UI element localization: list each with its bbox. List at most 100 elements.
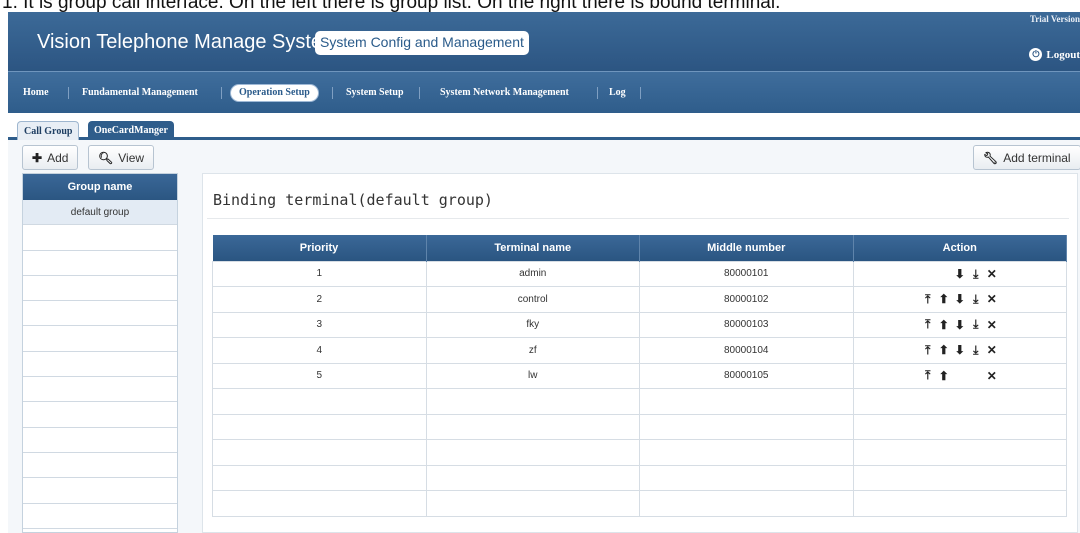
delete-icon[interactable]: ✕ <box>986 343 998 357</box>
caption-strip: 1. It is group call interface. On the le… <box>0 0 1080 12</box>
top-icon[interactable]: ⤒ <box>922 343 934 358</box>
main-nav: Home Fundamental Management Operation Se… <box>8 71 1080 113</box>
add-terminal-button[interactable]: 🔧︎ Add terminal <box>973 145 1080 170</box>
cell-terminal-name: admin <box>425 260 640 287</box>
cell-action: ⤒ ⬆ ✕ <box>852 362 1067 389</box>
cell-middle-number: 80000102 <box>639 286 854 313</box>
cell-action: ⤒ ⬆ ⬇ ⤓ ✕ <box>852 286 1067 313</box>
cell-action: ⤒ ⬆ ⬇ ⤓ ✕ <box>852 337 1067 364</box>
bottom-icon[interactable]: ⤓ <box>970 343 982 358</box>
cell-priority: 1 <box>212 260 427 287</box>
wrench-icon: 🔧︎ <box>983 150 999 165</box>
cell-action <box>852 413 1067 440</box>
table-row: 4 zf 80000104 ⤒ ⬆ ⬇ ⤓ ✕ <box>212 337 1067 364</box>
app-header: Vision Telephone Manage System System Co… <box>8 12 1080 71</box>
cell-priority <box>212 490 427 517</box>
nav-log[interactable]: Log <box>609 72 626 114</box>
group-list-header: Group name <box>23 174 177 200</box>
group-row-empty <box>23 478 177 504</box>
col-action: Action <box>853 235 1067 261</box>
logout-link[interactable]: ⏻ Logout <box>1029 48 1080 61</box>
row-actions: ⤒ ⬆ ✕ <box>919 368 1001 383</box>
delete-icon[interactable]: ✕ <box>986 318 998 332</box>
top-icon[interactable]: ⤒ <box>922 317 934 332</box>
table-row <box>212 439 1067 466</box>
nav-separator <box>597 87 598 99</box>
cell-middle-number <box>639 439 854 466</box>
col-terminal-name: Terminal name <box>426 235 640 261</box>
content-area: ✚ Add 🔍︎ View 🔧︎ Add terminal Group name… <box>8 140 1080 533</box>
group-row-empty <box>23 251 177 276</box>
group-row-empty <box>23 402 177 428</box>
terminal-table-body: 1 admin 80000101 ⬇ ⤓ ✕ 2 control 80000102 ⤒ ⬆ ⬇ ⤓ ✕ 3 f… <box>212 260 1067 517</box>
delete-icon[interactable]: ✕ <box>986 369 998 383</box>
delete-icon[interactable]: ✕ <box>986 292 998 306</box>
power-icon: ⏻ <box>1029 48 1043 61</box>
title-divider <box>207 218 1069 219</box>
cell-middle-number <box>639 413 854 440</box>
up-icon[interactable]: ⬆ <box>938 292 950 306</box>
cell-middle-number: 80000101 <box>639 260 854 287</box>
nav-system-network-management[interactable]: System Network Management <box>440 72 569 114</box>
tab-onecardmanger[interactable]: OneCardManger <box>88 121 174 140</box>
col-middle-number: Middle number <box>639 235 854 261</box>
add-button[interactable]: ✚ Add <box>22 145 79 170</box>
table-row <box>212 388 1067 415</box>
nav-system-setup[interactable]: System Setup <box>346 72 404 114</box>
bottom-icon[interactable]: ⤓ <box>970 292 982 307</box>
nav-fundamental-management[interactable]: Fundamental Management <box>82 72 198 114</box>
nav-separator <box>68 87 69 99</box>
down-icon[interactable]: ⬇ <box>954 343 966 357</box>
nav-separator <box>640 87 641 99</box>
cell-action <box>852 490 1067 517</box>
down-icon[interactable]: ⬇ <box>954 318 966 332</box>
group-row-empty <box>23 301 177 327</box>
trial-badge: Trial Version <box>1029 14 1080 24</box>
col-priority: Priority <box>212 235 427 261</box>
cell-terminal-name <box>425 464 640 491</box>
add-button-label: Add <box>47 150 69 165</box>
table-row <box>212 464 1067 491</box>
down-icon[interactable]: ⬇ <box>954 267 966 281</box>
cell-middle-number <box>639 490 854 517</box>
nav-home[interactable]: Home <box>23 72 49 114</box>
delete-icon[interactable]: ✕ <box>986 267 998 281</box>
up-icon[interactable]: ⬆ <box>938 369 950 383</box>
cell-priority: 4 <box>212 337 427 364</box>
cell-terminal-name <box>425 490 640 517</box>
caption-text: 1. It is group call interface. On the le… <box>2 0 781 12</box>
cell-priority <box>212 388 427 415</box>
view-button-label: View <box>118 150 145 165</box>
cell-terminal-name: fky <box>425 311 640 338</box>
group-row-empty <box>23 428 177 453</box>
cell-priority: 5 <box>212 362 427 389</box>
app-title: Vision Telephone Manage System <box>37 31 339 53</box>
search-icon: 🔍︎ <box>98 150 114 165</box>
panel-title: Binding terminal(default group) <box>213 191 493 209</box>
bottom-icon[interactable]: ⤓ <box>970 267 982 282</box>
cell-action <box>852 439 1067 466</box>
table-row: 3 fky 80000103 ⤒ ⬆ ⬇ ⤓ ✕ <box>212 311 1067 338</box>
cell-middle-number: 80000103 <box>639 311 854 338</box>
app-subtitle: System Config and Management <box>315 31 529 55</box>
plus-icon: ✚ <box>32 150 43 165</box>
tab-call-group[interactable]: Call Group <box>17 121 80 140</box>
group-item[interactable]: default group <box>23 200 177 226</box>
cell-terminal-name: lw <box>425 362 640 389</box>
group-row-empty <box>23 377 177 403</box>
view-button[interactable]: 🔍︎ View <box>88 145 155 170</box>
up-icon[interactable]: ⬆ <box>938 318 950 332</box>
terminal-table: Priority Terminal name Middle number Act… <box>212 235 1067 517</box>
up-icon[interactable]: ⬆ <box>938 343 950 357</box>
nav-operation-setup[interactable]: Operation Setup <box>230 84 319 102</box>
table-row: 5 lw 80000105 ⤒ ⬆ ✕ <box>212 362 1067 389</box>
cell-terminal-name <box>425 439 640 466</box>
row-actions: ⤒ ⬆ ⬇ ⤓ ✕ <box>919 343 1001 358</box>
top-icon[interactable]: ⤒ <box>922 368 934 383</box>
cell-priority <box>212 464 427 491</box>
top-icon[interactable]: ⤒ <box>922 292 934 307</box>
bottom-icon[interactable]: ⤓ <box>970 317 982 332</box>
down-icon[interactable]: ⬇ <box>954 292 966 306</box>
cell-action: ⬇ ⤓ ✕ <box>852 260 1067 287</box>
group-row-empty <box>23 453 177 479</box>
